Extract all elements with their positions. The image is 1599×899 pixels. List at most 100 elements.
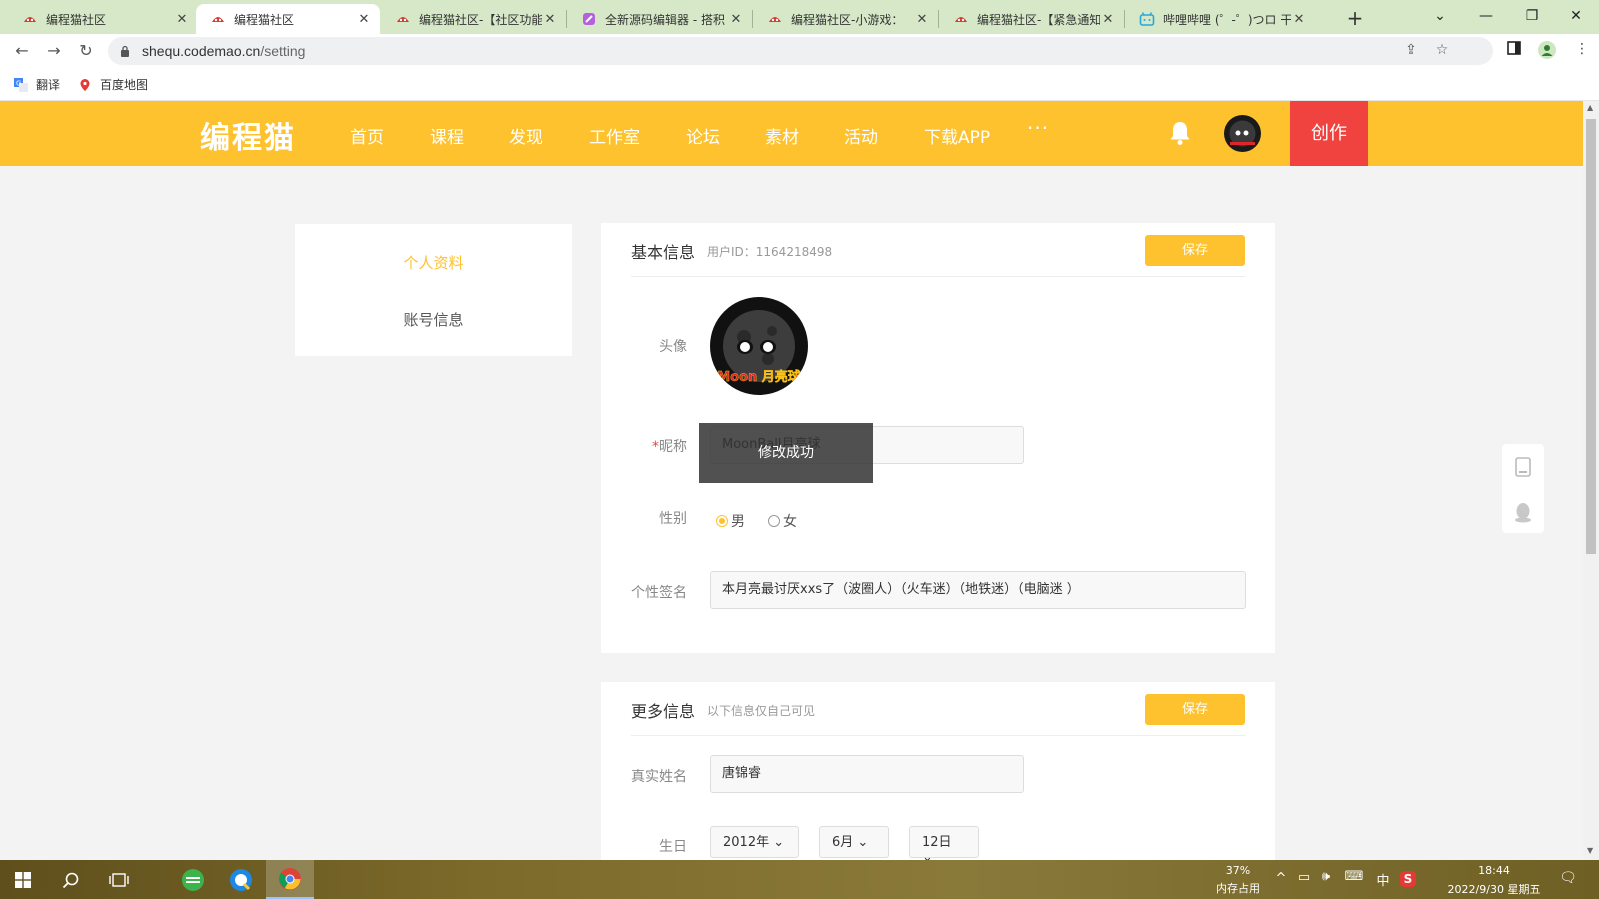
notification-bell-icon[interactable] — [1169, 120, 1191, 146]
tab-close-icon[interactable]: ✕ — [356, 12, 372, 27]
notification-center-icon[interactable]: 🗨 — [1556, 870, 1580, 886]
close-window-button[interactable]: ✕ — [1553, 0, 1599, 34]
create-button[interactable]: 创作 — [1290, 101, 1368, 166]
nav-forum[interactable]: 论坛 — [686, 123, 720, 148]
moon-avatar-icon — [1229, 120, 1256, 147]
browser-tab-active[interactable]: 编程猫社区 ✕ — [196, 4, 380, 34]
back-arrow-icon[interactable]: ← — [11, 40, 33, 62]
ime-indicator[interactable]: 中 — [1374, 870, 1392, 889]
nav-download-app[interactable]: 下载APP — [924, 123, 990, 148]
save-basic-info-button[interactable]: 保存 — [1145, 235, 1245, 266]
scroll-down-arrow-icon[interactable]: ▼ — [1587, 846, 1593, 855]
scroll-up-arrow-icon[interactable]: ▲ — [1587, 103, 1593, 112]
url-domain: shequ.codemao.cn — [142, 43, 261, 59]
sidebar-item-account[interactable]: 账号信息 — [295, 309, 572, 330]
more-info-header: 更多信息 以下信息仅自己可见 保存 — [631, 682, 1245, 736]
profile-icon[interactable] — [1537, 41, 1557, 61]
browser-tab[interactable]: 编程猫社区-小游戏： ✕ — [753, 4, 938, 34]
browser-menu-icon[interactable]: ⋮ — [1572, 41, 1592, 61]
tab-close-icon[interactable]: ✕ — [914, 12, 930, 27]
chrome-taskbar-icon[interactable] — [266, 860, 314, 899]
browser-tab[interactable]: 全新源码编辑器 - 搭积 ✕ — [567, 4, 752, 34]
qq-browser-taskbar-icon[interactable] — [218, 860, 264, 899]
svg-text:G: G — [16, 79, 21, 87]
tab-close-icon[interactable]: ✕ — [174, 12, 190, 27]
page-viewport: 编程猫 首页 课程 发现 工作室 论坛 素材 活动 下载APP ··· 创作 个… — [0, 101, 1583, 860]
lock-icon[interactable] — [120, 45, 130, 57]
360-browser-taskbar-icon[interactable] — [170, 860, 216, 899]
realname-input[interactable]: 唐锦睿 — [710, 755, 1024, 793]
sogou-ime-icon[interactable]: S — [1398, 870, 1418, 891]
codemao-favicon-icon — [212, 17, 224, 22]
bookmark-baidu-map[interactable]: 百度地图 — [78, 76, 148, 93]
bookmark-label: 百度地图 — [100, 78, 149, 92]
memory-label: 内存占用 — [1216, 882, 1260, 895]
site-header: 编程猫 首页 课程 发现 工作室 论坛 素材 活动 下载APP ··· 创作 — [0, 101, 1583, 166]
bookmark-translate[interactable]: G 翻译 — [14, 76, 60, 93]
basic-info-header: 基本信息 用户ID：1164218498 保存 — [631, 223, 1245, 277]
nav-courses[interactable]: 课程 — [430, 123, 464, 148]
qq-penguin-icon[interactable] — [1514, 501, 1532, 523]
nav-more-icon[interactable]: ··· — [1027, 116, 1049, 140]
volume-icon[interactable]: 🕪 — [1316, 869, 1336, 884]
site-logo[interactable]: 编程猫 — [200, 113, 296, 157]
browser-tab[interactable]: 编程猫社区 ✕ — [8, 4, 198, 34]
birthday-month-select[interactable]: 6月 ⌄ — [819, 826, 889, 858]
page-scrollbar[interactable]: ▲ ▼ — [1583, 101, 1599, 860]
nav-home[interactable]: 首页 — [350, 123, 384, 148]
tab-close-icon[interactable]: ✕ — [1291, 12, 1307, 27]
nav-activities[interactable]: 活动 — [844, 123, 878, 148]
tab-close-icon[interactable]: ✕ — [1100, 12, 1116, 27]
network-icon[interactable]: ▭ — [1294, 870, 1314, 885]
minimize-button[interactable]: — — [1463, 0, 1509, 34]
tab-title: 编程猫社区-【紧急通知 — [977, 12, 1100, 27]
user-avatar[interactable] — [1224, 115, 1261, 152]
search-icon[interactable] — [48, 860, 94, 899]
clock-date[interactable]: 2022/9/30 星期五 — [1434, 881, 1554, 897]
windows-start-icon[interactable] — [0, 860, 46, 899]
nav-studio[interactable]: 工作室 — [589, 123, 640, 148]
save-more-info-button[interactable]: 保存 — [1145, 694, 1245, 725]
sidebar-item-profile[interactable]: 个人资料 — [295, 252, 572, 273]
profile-avatar[interactable]: Moon 月亮球 — [710, 297, 808, 395]
scrollbar-thumb[interactable] — [1586, 119, 1596, 554]
moon-avatar-icon: Moon 月亮球 — [717, 310, 802, 385]
nav-discover[interactable]: 发现 — [509, 123, 543, 148]
nav-materials[interactable]: 素材 — [765, 123, 799, 148]
more-info-title: 更多信息 — [631, 702, 696, 721]
tablet-icon[interactable] — [1515, 457, 1531, 477]
gender-radio-female[interactable]: 女 — [768, 511, 797, 531]
restore-button[interactable]: ❐ — [1509, 0, 1555, 34]
map-pin-icon — [80, 78, 90, 91]
url-text[interactable]: shequ.codemao.cn/setting — [142, 43, 305, 59]
browser-tab[interactable]: 编程猫社区-【紧急通知 ✕ — [939, 4, 1124, 34]
tab-search-chevron-icon[interactable]: ⌄ — [1417, 0, 1463, 34]
reload-icon[interactable]: ↻ — [75, 40, 97, 62]
tab-close-icon[interactable]: ✕ — [542, 12, 558, 27]
tray-chevron-up-icon[interactable]: ^ — [1272, 871, 1290, 886]
share-icon[interactable]: ⇪ — [1402, 42, 1420, 60]
birthday-year-select[interactable]: 2012年 ⌄ — [710, 826, 799, 858]
signature-input[interactable]: 本月亮最讨厌xxs了（波圈人）（火车迷）（地铁迷）（电脑迷 ） — [710, 571, 1246, 609]
svg-text:S: S — [1404, 872, 1413, 886]
birthday-year-value: 2012年 — [723, 835, 770, 850]
birthday-day-value: 12日 — [922, 835, 952, 850]
tab-close-icon[interactable]: ✕ — [728, 12, 744, 27]
more-info-subtitle: 以下信息仅自己可见 — [707, 704, 816, 718]
birthday-day-select[interactable]: 12日 ⌄ — [909, 826, 979, 860]
address-bar[interactable]: shequ.codemao.cn/setting ⇪ ☆ — [108, 37, 1493, 65]
clock-time[interactable]: 18:44 — [1434, 864, 1554, 877]
floating-side-toolbar — [1502, 444, 1544, 533]
radio-unchecked-icon — [768, 515, 780, 527]
forward-arrow-icon[interactable]: → — [43, 40, 65, 62]
task-view-icon[interactable] — [96, 860, 142, 899]
side-panel-icon[interactable] — [1504, 41, 1524, 61]
gender-radio-male[interactable]: 男 — [716, 511, 745, 531]
browser-tab[interactable]: 编程猫社区-【社区功能 ✕ — [381, 4, 566, 34]
keyboard-icon[interactable]: ⌨ — [1342, 869, 1366, 884]
user-id-text: 用户ID：1164218498 — [707, 245, 833, 259]
browser-tab[interactable]: 哔哩哔哩 (゜-゜)つロ 干 ✕ — [1125, 4, 1315, 34]
bookmark-star-icon[interactable]: ☆ — [1433, 42, 1451, 60]
new-tab-button[interactable]: + — [1341, 5, 1369, 31]
chevron-down-icon: ⌄ — [857, 835, 869, 850]
